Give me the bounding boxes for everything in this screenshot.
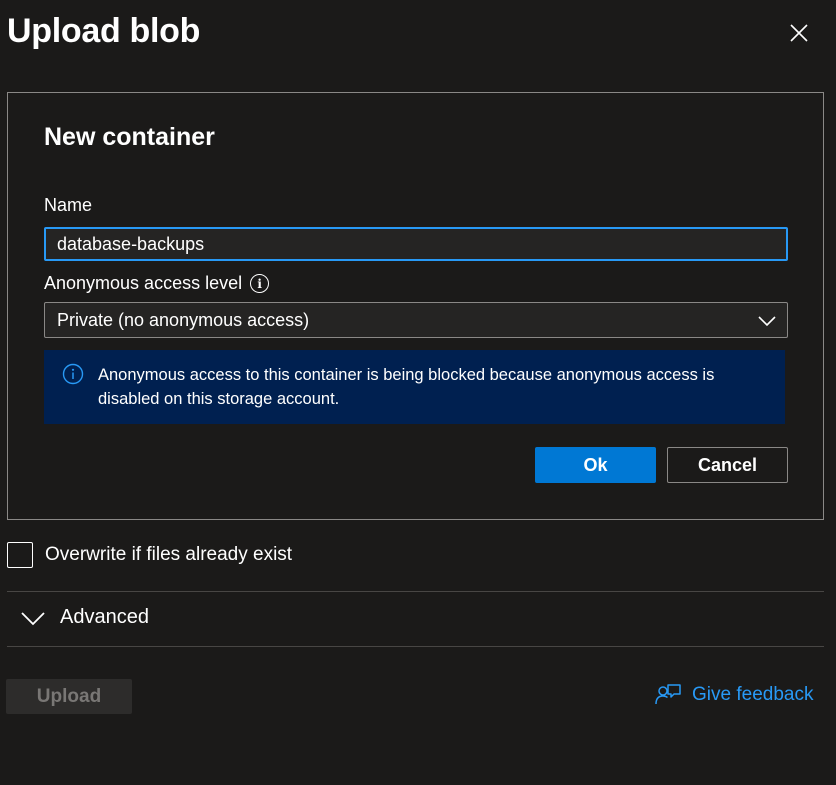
access-level-dropdown[interactable]: Private (no anonymous access): [44, 302, 788, 338]
advanced-toggle[interactable]: Advanced: [20, 606, 149, 629]
access-level-value: Private (no anonymous access): [57, 309, 310, 330]
overwrite-checkbox[interactable]: [7, 542, 33, 568]
info-icon[interactable]: i: [250, 274, 270, 293]
info-banner: Anonymous access to this container is be…: [44, 350, 785, 424]
access-level-label-row: Anonymous access level i: [44, 273, 270, 294]
upload-button[interactable]: Upload: [6, 679, 132, 714]
close-button[interactable]: [784, 18, 814, 48]
container-name-input[interactable]: [44, 227, 788, 261]
upload-blob-panel: Upload blob New container Name Anonymous…: [0, 0, 836, 785]
advanced-label: Advanced: [60, 606, 149, 628]
ok-button[interactable]: Ok: [535, 447, 656, 483]
info-icon: [62, 363, 84, 385]
feedback-icon: [655, 684, 681, 705]
name-label: Name: [44, 195, 93, 215]
new-container-dialog: New container Name Anonymous access leve…: [7, 92, 824, 520]
give-feedback-label: Give feedback: [692, 684, 814, 705]
close-icon: [790, 24, 808, 42]
access-level-label: Anonymous access level: [44, 273, 243, 293]
cancel-button[interactable]: Cancel: [667, 447, 788, 483]
overwrite-label[interactable]: Overwrite if files already exist: [45, 544, 292, 566]
dialog-title: New container: [44, 123, 215, 151]
divider: [7, 646, 824, 647]
give-feedback-link[interactable]: Give feedback: [654, 682, 813, 708]
chevron-down-icon: [758, 316, 776, 327]
divider: [7, 591, 824, 592]
banner-message: Anonymous access to this container is be…: [98, 366, 715, 408]
panel-title: Upload blob: [7, 12, 201, 50]
chevron-down-icon: [21, 611, 45, 625]
